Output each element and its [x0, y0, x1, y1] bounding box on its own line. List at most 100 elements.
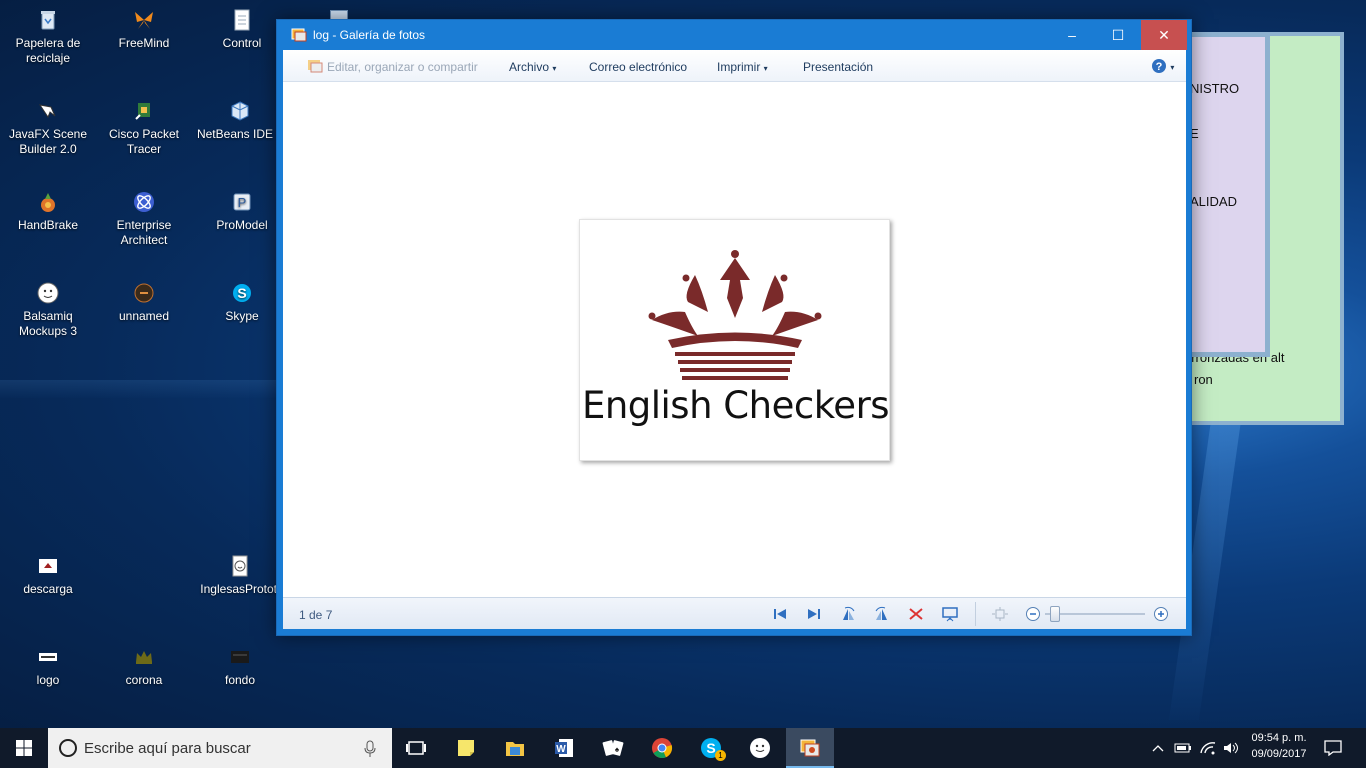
- taskbar-solitaire[interactable]: ♠: [589, 728, 637, 768]
- battery-icon[interactable]: [1174, 742, 1192, 754]
- desktop-icon-fondo[interactable]: fondo: [194, 645, 286, 688]
- chrome-icon: [652, 738, 673, 758]
- file-menu-label: Archivo: [509, 60, 550, 74]
- taskbar-photo-gallery[interactable]: [786, 728, 834, 768]
- minimize-button[interactable]: –: [1049, 20, 1095, 50]
- desktop-icon-label: descarga: [23, 582, 73, 596]
- taskbar-chrome[interactable]: [638, 728, 686, 768]
- crown-logo-icon: [648, 250, 822, 380]
- microphone-icon[interactable]: [364, 740, 376, 758]
- desktop-icon-inglesasprototi[interactable]: InglesasPrototi: [194, 554, 286, 597]
- wifi-icon[interactable]: [1199, 741, 1217, 755]
- desktop-icon-label: NetBeans IDE 8: [196, 127, 284, 141]
- task-view-icon: [406, 741, 426, 755]
- balsamiq-icon: [750, 738, 770, 758]
- desktop-icon-enterprise-architect[interactable]: Enterprise Architect: [98, 190, 190, 248]
- image-icon: [39, 653, 57, 661]
- desktop-icon-control[interactable]: Control: [196, 8, 288, 51]
- slideshow-icon[interactable]: [941, 606, 959, 622]
- displayed-photo: English Checkers: [579, 219, 890, 461]
- zoom-slider-thumb[interactable]: [1049, 606, 1060, 622]
- desktop-icon-netbeans[interactable]: NetBeans IDE 8: [194, 99, 286, 142]
- taskbar-skype[interactable]: S 1: [687, 728, 735, 768]
- balsamiq-file-icon: [232, 555, 248, 577]
- photo-gallery-icon: [800, 739, 820, 757]
- clock[interactable]: 09:54 p. m. 09/09/2017: [1244, 732, 1314, 764]
- wallpaper-beam: [0, 380, 280, 398]
- sticky-note-text: ron: [1194, 372, 1213, 387]
- desktop-icon-skype[interactable]: S Skype: [196, 281, 288, 324]
- volume-icon[interactable]: [1222, 741, 1240, 755]
- desktop-icon-promodel[interactable]: P ProModel: [196, 190, 288, 233]
- desktop-icon-handbrake[interactable]: HandBrake: [2, 190, 94, 233]
- close-button[interactable]: ✕: [1141, 20, 1187, 50]
- desktop-icon-descarga[interactable]: descarga: [2, 554, 94, 597]
- taskbar-task-view[interactable]: [392, 728, 440, 768]
- action-center-icon[interactable]: [1324, 740, 1342, 756]
- search-box[interactable]: Escribe aquí para buscar: [48, 728, 392, 768]
- gallery-toolbar: Editar, organizar o compartir Archivo ▾ …: [283, 50, 1186, 82]
- desktop-icon-logo[interactable]: logo: [2, 645, 94, 688]
- desktop-icon-javafx[interactable]: JavaFX Scene Builder 2.0: [2, 99, 94, 157]
- desktop-icon-label: Skype: [225, 309, 259, 323]
- photo-viewer-canvas[interactable]: English Checkers: [283, 82, 1186, 597]
- taskbar-balsamiq[interactable]: [736, 728, 784, 768]
- image-icon: [134, 283, 154, 303]
- rotate-left-icon[interactable]: [839, 606, 857, 622]
- svg-text:?: ?: [1156, 61, 1163, 73]
- photo-gallery-window[interactable]: log - Galería de fotos – ☐ ✕ Editar, org…: [276, 19, 1192, 636]
- javafx-icon: [38, 104, 56, 119]
- desktop-icon-freemind[interactable]: FreeMind: [98, 8, 190, 51]
- taskbar-sticky-notes[interactable]: [442, 728, 490, 768]
- desktop-icon-label: Cisco Packet Tracer: [108, 127, 180, 156]
- zoom-out-icon[interactable]: [1025, 606, 1041, 622]
- zoom-slider[interactable]: [1045, 606, 1145, 622]
- statusbar-divider: [975, 602, 976, 626]
- promodel-icon: P: [233, 193, 251, 211]
- next-photo-icon[interactable]: [805, 606, 823, 622]
- desktop-icon-label: JavaFX Scene Builder 2.0: [8, 127, 88, 156]
- show-hidden-icons-icon[interactable]: [1152, 744, 1164, 752]
- desktop-icon-label: Balsamiq Mockups 3: [18, 309, 78, 338]
- desktop-icon-label: unnamed: [118, 309, 170, 323]
- file-menu[interactable]: Archivo ▾: [509, 60, 556, 74]
- help-icon: ?: [1152, 59, 1166, 73]
- desktop-icon-cisco[interactable]: Cisco Packet Tracer: [98, 99, 190, 157]
- gallery-statusbar: 1 de 7: [283, 597, 1186, 629]
- recycle-bin-icon: [41, 11, 55, 30]
- actual-size-icon[interactable]: [991, 606, 1009, 622]
- zoom-in-icon[interactable]: [1153, 606, 1169, 622]
- desktop-icon-label: Papelera de reciclaje: [15, 36, 81, 65]
- sticky-note-text: NISTRO: [1190, 81, 1240, 96]
- minimize-icon: –: [1068, 27, 1076, 43]
- crown-image-icon: [136, 651, 152, 664]
- crown-shape: [648, 250, 822, 380]
- dropdown-arrow-icon: ▾: [1170, 63, 1175, 72]
- delete-icon[interactable]: [907, 606, 925, 622]
- help-button[interactable]: ? ▾: [1151, 58, 1174, 77]
- rotate-right-icon[interactable]: [873, 606, 891, 622]
- taskbar-file-explorer[interactable]: [491, 728, 539, 768]
- svg-text:W: W: [556, 744, 566, 755]
- enterprise-architect-icon: [134, 192, 154, 212]
- desktop-icon-corona[interactable]: corona: [98, 645, 190, 688]
- taskbar-word[interactable]: W: [540, 728, 588, 768]
- maximize-button[interactable]: ☐: [1095, 20, 1141, 50]
- desktop-icon-label: corona: [125, 673, 163, 687]
- print-menu[interactable]: Imprimir ▾: [717, 60, 768, 74]
- slideshow-button[interactable]: Presentación: [803, 60, 873, 74]
- edit-organize-share-button[interactable]: Editar, organizar o compartir: [327, 60, 478, 74]
- desktop-icon-unnamed[interactable]: unnamed: [98, 281, 190, 324]
- photo-caption: English Checkers: [581, 384, 890, 427]
- email-button[interactable]: Correo electrónico: [589, 60, 687, 74]
- balsamiq-icon: [37, 282, 59, 304]
- desktop-icon-label: HandBrake: [17, 218, 79, 232]
- start-button[interactable]: [0, 728, 48, 768]
- desktop-icon-balsamiq[interactable]: Balsamiq Mockups 3: [2, 281, 94, 339]
- window-titlebar[interactable]: log - Galería de fotos – ☐ ✕: [277, 20, 1191, 50]
- netbeans-icon: [231, 101, 249, 121]
- freemind-icon: [135, 12, 153, 29]
- sticky-note-purple[interactable]: NISTRO E ALIDAD: [1180, 32, 1270, 357]
- first-photo-icon[interactable]: [771, 606, 789, 622]
- desktop-icon-recycle-bin[interactable]: Papelera de reciclaje: [2, 8, 94, 66]
